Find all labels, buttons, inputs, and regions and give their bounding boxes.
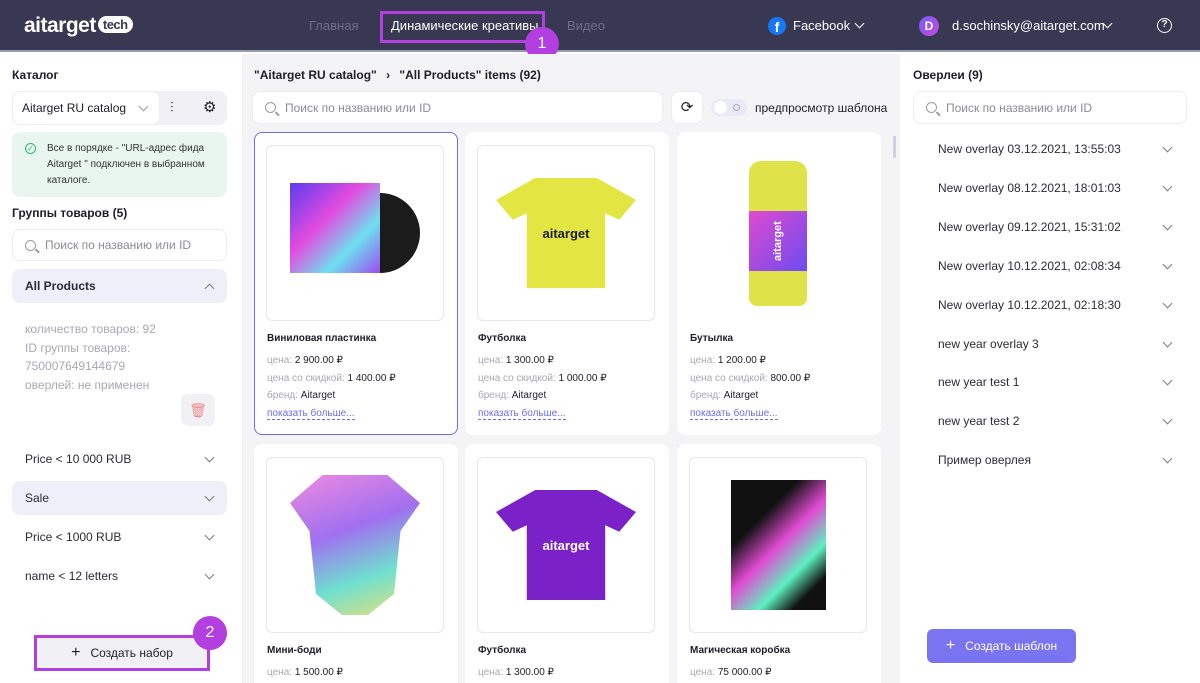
check-circle-icon: ✓ (25, 143, 36, 154)
product-image (266, 457, 444, 633)
chevron-down-icon (1162, 181, 1173, 192)
catalog-controls: Aitarget RU catalog ⫶ ⚙ (12, 91, 227, 125)
filter-icon[interactable]: ⫶ (170, 99, 174, 116)
chevron-down-icon (138, 101, 149, 111)
chevron-down-icon (204, 452, 215, 462)
group-item[interactable]: Price < 1000 RUB (12, 520, 227, 554)
preview-toggle[interactable] (711, 99, 747, 116)
groups-search-input[interactable]: Поиск по названию или ID (12, 229, 227, 261)
products-panel: "Aitarget RU catalog" › "All Products" i… (242, 54, 900, 683)
search-icon (265, 102, 276, 113)
toggle-knob (714, 101, 727, 114)
chevron-down-icon (854, 18, 865, 29)
product-image (689, 457, 867, 633)
group-item[interactable]: All Products (12, 269, 227, 303)
show-more-link[interactable]: показать больше... (478, 408, 566, 420)
chevron-down-icon (1162, 259, 1173, 270)
products-search-input[interactable]: Поиск по названию или ID (252, 91, 663, 124)
catalog-title: Каталог (12, 68, 59, 82)
chevron-down-icon (1162, 142, 1173, 153)
chevron-down-icon (1162, 453, 1173, 464)
catalog-panel: Каталог Aitarget RU catalog ⫶ ⚙ ✓ Все в … (0, 54, 242, 683)
chevron-down-icon (204, 491, 215, 501)
product-card[interactable]: aitarget Футболка цена: 1 300.00 ₽ цена … (465, 132, 669, 435)
overlays-panel: Оверлеи (9) Поиск по названию или ID New… (900, 54, 1200, 683)
product-card[interactable]: aitarget Футболка цена: 1 300.00 ₽ (465, 444, 669, 683)
trash-icon: 🗑 (189, 402, 207, 418)
catalog-select[interactable]: Aitarget RU catalog (12, 91, 160, 125)
product-card[interactable]: aitarget Бутылка цена: 1 200.00 ₽ цена с… (677, 132, 881, 435)
avatar[interactable]: D (919, 16, 939, 36)
show-more-link[interactable]: показать больше... (690, 408, 778, 420)
annotation-badge: 2 (193, 616, 227, 650)
create-set-button[interactable]: + Создать набор (34, 635, 210, 671)
logo[interactable]: aitarget tech (24, 14, 133, 38)
product-image: aitarget (477, 457, 655, 633)
status-text: Все в порядке - "URL-адрес фида Aitarget… (47, 143, 205, 186)
breadcrumb-group: "All Products" items (92) (399, 68, 541, 82)
chevron-down-icon (1162, 337, 1173, 347)
plus-icon: + (71, 644, 81, 661)
group-details: количество товаров: 92 ID группы товаров:… (25, 322, 156, 392)
platform-selector[interactable]: Facebook (793, 18, 850, 33)
chevron-right-icon: › (386, 68, 391, 82)
chevron-down-icon (1162, 375, 1173, 386)
user-menu[interactable]: d.sochinsky@aitarget.com (952, 18, 1105, 33)
refresh-icon: ⟳ (680, 99, 694, 116)
groups-title: Группы товаров (5) (12, 206, 128, 220)
status-alert: ✓ Все в порядке - "URL-адрес фида Aitarg… (12, 132, 227, 197)
product-card[interactable]: Магическая коробка цена: 75 000.00 ₽ (677, 444, 881, 683)
chevron-down-icon (1162, 298, 1173, 309)
show-more-link[interactable]: показать больше... (267, 408, 355, 420)
product-image: aitarget (689, 145, 867, 321)
nav-home[interactable]: Главная (309, 18, 358, 33)
plus-icon: + (945, 637, 956, 654)
chevron-down-icon (1162, 414, 1173, 425)
overlays-search-input[interactable]: Поиск по названию или ID (913, 91, 1187, 124)
breadcrumb: "Aitarget RU catalog" › "All Products" i… (254, 68, 541, 82)
group-item[interactable]: name < 12 letters (12, 559, 227, 593)
group-item[interactable]: Price < 10 000 RUB (12, 442, 227, 476)
chevron-up-icon (204, 283, 215, 293)
group-item[interactable]: Sale (12, 481, 227, 515)
breadcrumb-catalog[interactable]: "Aitarget RU catalog" (254, 68, 377, 82)
search-icon (25, 239, 36, 251)
nav-video[interactable]: Видео (567, 18, 605, 33)
product-image (266, 145, 444, 321)
product-card[interactable]: Мини-боди цена: 1 500.00 ₽ (254, 444, 458, 683)
create-template-button[interactable]: + Создать шаблон (927, 629, 1076, 663)
refresh-button[interactable]: ⟳ (671, 91, 703, 124)
overlays-title: Оверлеи (9) (913, 68, 983, 82)
chevron-down-icon (1162, 220, 1173, 231)
highlight-frame (380, 11, 545, 43)
delete-group-button[interactable]: 🗑 (181, 394, 215, 426)
top-bar: aitarget tech Главная Динамические креати… (0, 0, 1200, 61)
gear-icon[interactable]: ⚙ (203, 98, 216, 116)
chevron-down-icon (204, 569, 215, 579)
help-icon[interactable]: ? (1157, 18, 1172, 33)
chevron-down-icon (204, 530, 215, 540)
preview-label: предпросмотр шаблона (755, 101, 888, 115)
search-icon (926, 102, 937, 113)
facebook-icon: f (768, 17, 786, 35)
product-card[interactable]: Виниловая пластинка цена: 2 900.00 ₽ цен… (254, 132, 458, 435)
toggle-off-indicator (733, 104, 740, 111)
scrollbar[interactable] (893, 136, 896, 158)
product-image: aitarget (477, 145, 655, 321)
